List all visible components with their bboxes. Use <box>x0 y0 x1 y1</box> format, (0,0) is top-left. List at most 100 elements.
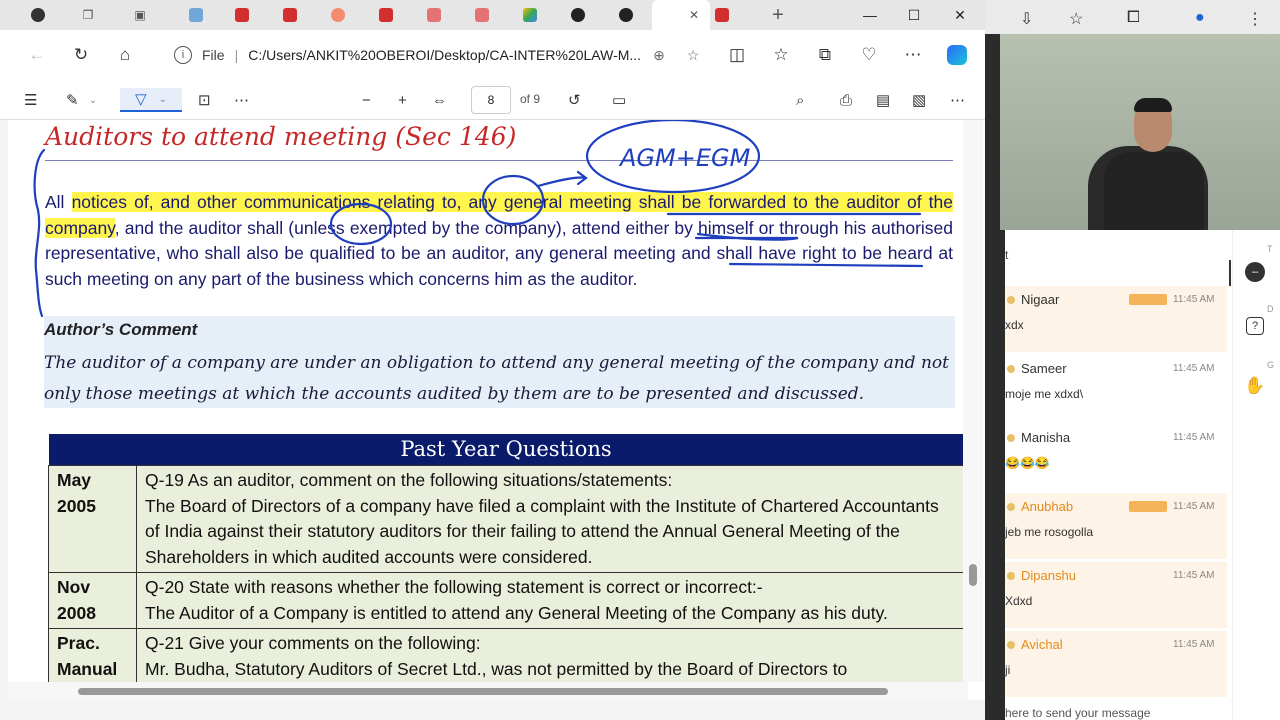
tab-github-1[interactable] <box>556 4 600 26</box>
fit-page-button[interactable]: ⇔ <box>432 88 447 112</box>
url-text[interactable]: C:/Users/ANKIT%20OBEROI/Desktop/CA-INTER… <box>248 47 641 63</box>
back-button[interactable]: ← <box>24 42 50 68</box>
browser-essentials-button[interactable]: ♡ <box>856 42 882 68</box>
tool-letter: D <box>1267 304 1274 314</box>
tab-workspaces[interactable]: ❐ <box>66 4 110 26</box>
pdf-icon <box>235 8 249 22</box>
text-box-icon: ⊡ <box>198 92 211 109</box>
favorites-button[interactable]: ☆ <box>768 42 794 68</box>
user-badge <box>1129 501 1167 512</box>
more-tools-button[interactable]: ⋯ <box>234 88 249 112</box>
tab-github-2[interactable] <box>604 4 648 26</box>
contents-button[interactable]: ☰ <box>24 88 37 112</box>
collections-icon: ⧉ <box>818 45 832 64</box>
new-tab-button[interactable]: + <box>756 4 800 26</box>
home-button[interactable]: ⌂ <box>112 42 138 68</box>
chat-username: Manisha <box>1021 430 1071 445</box>
url-box[interactable]: i File | C:/Users/ANKIT%20OBEROI/Desktop… <box>160 38 700 72</box>
close-window-button[interactable]: ✕ <box>938 0 982 30</box>
vertical-scrollbar[interactable] <box>963 120 983 682</box>
url-scheme-label: File <box>202 47 225 63</box>
search-button[interactable]: ⌕ <box>796 88 804 112</box>
tab-record[interactable] <box>316 4 360 26</box>
page-view-button[interactable]: ▭ <box>612 88 626 112</box>
hand-icon: ✋ <box>1244 376 1266 395</box>
install-app-icon[interactable]: ⇩ <box>1020 9 1033 29</box>
chat-time: 11:45 AM <box>1173 639 1215 650</box>
zoom-in-button[interactable]: + <box>398 88 407 112</box>
highlight-button[interactable]: ✎ ⌄ <box>66 88 97 112</box>
favorite-star-icon[interactable]: ☆ <box>1069 9 1083 29</box>
close-icon: ✕ <box>954 6 966 23</box>
zoom-icon[interactable]: ⊕ <box>653 47 665 64</box>
pyq-question-detail: Mr. Budha, Statutory Auditors of Secret … <box>145 658 848 679</box>
tab-pdf-3[interactable] <box>364 4 408 26</box>
tab-pdf-4[interactable] <box>412 4 456 26</box>
tab-pdf-5[interactable] <box>460 4 504 26</box>
past-year-questions-table: Past Year Questions May 2005 Q-19 As an … <box>48 434 964 685</box>
tab-drive[interactable] <box>508 4 552 26</box>
more-icon: ⋯ <box>234 92 249 109</box>
doubt-button[interactable]: ? <box>1243 314 1267 338</box>
url-separator: | <box>234 47 239 63</box>
print-icon: ⎙ <box>840 91 853 109</box>
profile-icon[interactable]: ● <box>1195 9 1205 27</box>
save-button[interactable]: ▤ <box>876 88 890 112</box>
refresh-button[interactable]: ↻ <box>68 42 94 68</box>
chat-message-input[interactable]: here to send your message <box>1005 706 1150 720</box>
tab-window[interactable]: ▣ <box>118 4 162 26</box>
settings-menu-button[interactable]: ⋯ <box>900 42 926 68</box>
chat-time: 11:45 AM <box>1173 501 1215 512</box>
pdf-more-button[interactable]: ⋯ <box>950 88 965 112</box>
chat-username: Dipanshu <box>1021 568 1076 583</box>
search-icon: ⌕ <box>796 91 805 109</box>
tab-blue[interactable] <box>174 4 218 26</box>
pyq-question: Q-20 State with reasons whether the foll… <box>136 572 964 629</box>
tab-pdf-2[interactable] <box>268 4 312 26</box>
collections-button[interactable]: ⧉ <box>812 42 838 68</box>
user-dot-icon <box>1007 365 1015 373</box>
print-button[interactable]: ⎙ <box>840 88 852 112</box>
user-badge <box>1129 294 1167 305</box>
horizontal-scrollbar[interactable] <box>8 682 968 700</box>
zoom-out-button[interactable]: − <box>362 88 371 112</box>
pdf-viewer[interactable]: Auditors to attend meeting (Sec 146) All… <box>8 120 985 700</box>
secondary-browser-toolbar: ⇩ ☆ ⧠ ● ⋮ <box>985 0 1280 34</box>
horizontal-scroll-thumb[interactable] <box>78 688 888 695</box>
vertical-scroll-thumb[interactable] <box>969 564 977 586</box>
chat-username: Nigaar <box>1021 292 1060 307</box>
minimize-button[interactable]: — <box>848 0 892 30</box>
tab-pdf-1[interactable] <box>220 4 264 26</box>
minus-icon: − <box>362 91 371 109</box>
list-icon: ☰ <box>24 92 38 109</box>
extensions-icon[interactable]: ⧠ <box>1127 9 1140 27</box>
close-tab-icon[interactable]: ✕ <box>689 8 699 22</box>
tool-letter: G <box>1267 360 1275 370</box>
copilot-button[interactable] <box>944 42 970 68</box>
save-as-button[interactable]: ▧ <box>912 88 926 112</box>
page-number-input[interactable]: 8 <box>471 86 511 114</box>
split-screen-button[interactable]: ◫ <box>724 42 750 68</box>
person-hair <box>1134 98 1172 112</box>
more-icon: ⋯ <box>904 45 922 64</box>
chevron-down-icon: ⌄ <box>88 94 97 106</box>
more-icon[interactable]: ⋮ <box>1247 9 1263 29</box>
profile-tab[interactable] <box>16 4 60 26</box>
draw-button[interactable]: ▽ ⌄ <box>120 88 182 112</box>
maximize-button[interactable]: ☐ <box>892 0 936 30</box>
info-icon[interactable]: i <box>174 46 192 64</box>
more-icon: ⋯ <box>950 92 965 109</box>
text-button[interactable]: ⊡ <box>198 88 211 112</box>
window-icon: ▣ <box>134 8 146 22</box>
chat-message: Dipanshu 11:45 AM Xdxd <box>1005 562 1227 628</box>
chat-text: jeb me rosogolla <box>1005 525 1094 539</box>
raise-hand-button[interactable]: ✋ <box>1243 374 1267 398</box>
favorite-star-icon[interactable]: ☆ <box>687 47 700 64</box>
chat-message: Manisha 11:45 AM 😂😂😂 <box>1005 424 1227 490</box>
tab-pdf-6[interactable] <box>700 4 744 26</box>
chat-toggle-button[interactable]: – <box>1243 260 1267 284</box>
plus-icon: + <box>772 3 784 26</box>
chat-time: 11:45 AM <box>1173 294 1215 305</box>
chat-message: Nigaar 11:45 AM xdx <box>1005 286 1227 352</box>
rotate-button[interactable]: ↺ <box>568 88 581 112</box>
